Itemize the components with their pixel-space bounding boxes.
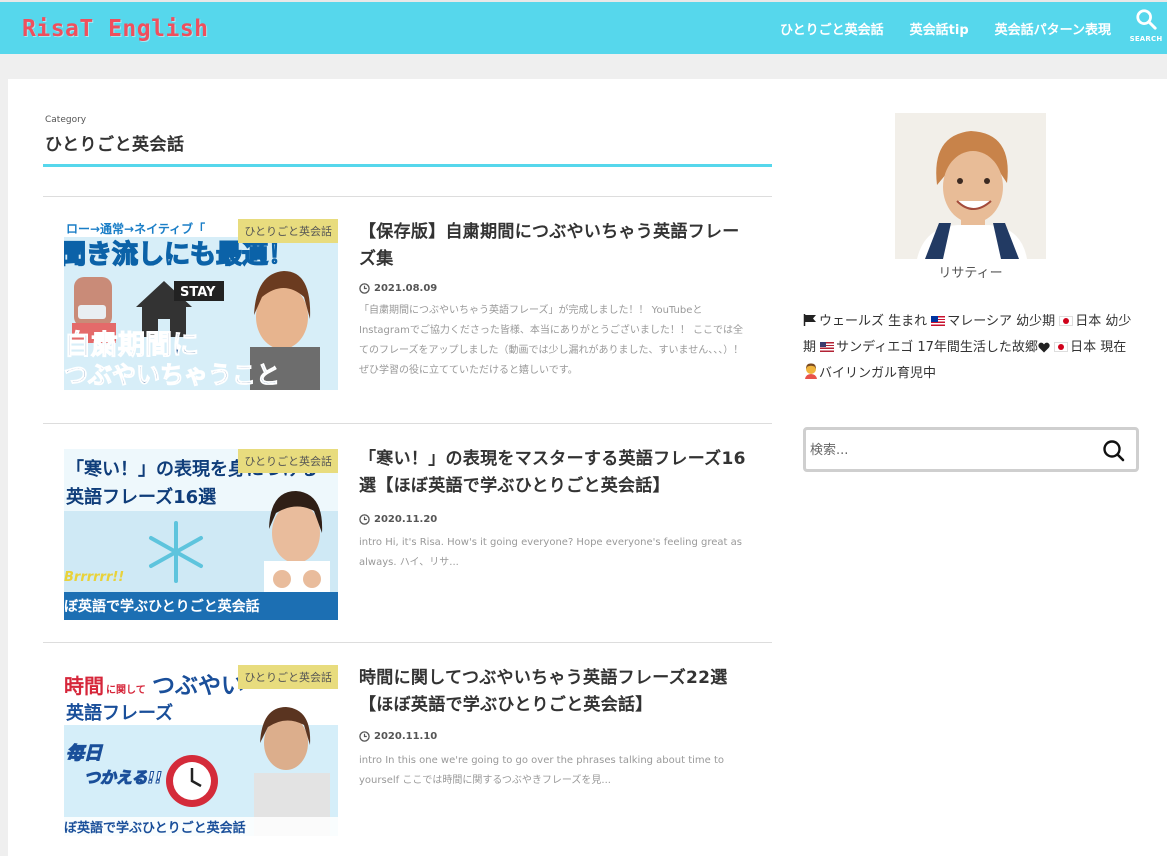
site-header: RisaT English ひとりごと英会話 英会話tip 英会話パターン表現 … xyxy=(0,0,1167,54)
us-flag-icon xyxy=(820,342,835,352)
nav-item-tips[interactable]: 英会話tip xyxy=(910,19,969,38)
thumbnail-image: 時間 に関して つぶやい 英語フレーズ 毎日 つかえる!! ぼ英語で学ぶひとりご… xyxy=(64,665,338,836)
main-nav: ひとりごと英会話 英会話tip 英会話パターン表現 xyxy=(780,19,1111,38)
thumb-text: つぶやい xyxy=(152,673,244,699)
bio-bilingual: バイリンガル育児中 xyxy=(819,366,937,381)
thumb-text: 時間 xyxy=(64,674,104,698)
article-thumbnail[interactable]: 時間 に関して つぶやい 英語フレーズ 毎日 つかえる!! ぼ英語で学ぶひとりご… xyxy=(64,665,338,836)
heart-icon xyxy=(1038,342,1050,353)
search-icon[interactable] xyxy=(1102,439,1126,463)
thumb-text: ぼ英語で学ぶひとりごと英会話 xyxy=(64,820,246,836)
article-title[interactable]: 【保存版】自粛期間につぶやいちゃう英語フレーズ集 xyxy=(359,219,749,273)
article-list: ロー→通常→ネイティブ「 聞き流しにも最適！ STAY 自粛期間に つぶやいちゃ… xyxy=(43,196,772,856)
category-sub: Category xyxy=(45,115,87,125)
japan-flag-icon xyxy=(1054,342,1069,352)
clock-icon xyxy=(359,514,370,525)
bio-wales: ウェールズ 生まれ xyxy=(819,314,928,329)
article-date: 2020.11.10 xyxy=(359,731,437,742)
article-card[interactable]: ロー→通常→ネイティブ「 聞き流しにも最適！ STAY 自粛期間に つぶやいちゃ… xyxy=(43,196,772,423)
profile-avatar xyxy=(895,113,1046,259)
article-excerpt: intro In this one we're going to go over… xyxy=(359,755,725,786)
category-header: Category ひとりごと英会話 xyxy=(43,114,772,167)
black-flag-icon xyxy=(803,314,816,326)
profile-bio: ウェールズ 生まれ マレーシア 幼少期 日本 幼少期 サンディエゴ 17年間生活… xyxy=(803,309,1143,387)
site-logo[interactable]: RisaT English xyxy=(22,16,209,42)
sidebar-search xyxy=(803,427,1139,472)
article-date: 2021.08.09 xyxy=(359,283,437,294)
thumbnail-image: ロー→通常→ネイティブ「 聞き流しにも最適！ STAY 自粛期間に つぶやいちゃ… xyxy=(64,219,338,390)
bio-malaysia: マレーシア 幼少期 xyxy=(947,314,1056,329)
thumb-text: に関して xyxy=(106,684,146,696)
article-date-text: 2020.11.10 xyxy=(374,731,438,742)
category-badge[interactable]: ひとりごと英会話 xyxy=(238,665,338,689)
article-thumbnail[interactable]: ロー→通常→ネイティブ「 聞き流しにも最適！ STAY 自粛期間に つぶやいちゃ… xyxy=(64,219,338,390)
article-card[interactable]: 「寒い！」の表現を身につける 英語フレーズ16選 Brrrrrr!! ぼ英語で学… xyxy=(43,423,772,642)
page-title: ひとりごと英会話 xyxy=(45,135,185,155)
article-thumbnail[interactable]: 「寒い！」の表現を身につける 英語フレーズ16選 Brrrrrr!! ぼ英語で学… xyxy=(64,449,338,620)
search-input[interactable] xyxy=(810,439,1080,461)
thumb-text: 毎日 xyxy=(66,743,103,764)
category-badge[interactable]: ひとりごと英会話 xyxy=(238,219,338,243)
bio-japan-now: 日本 現在 xyxy=(1070,340,1127,355)
thumb-text: つぶやいちゃうこと xyxy=(64,361,280,389)
header-search-button[interactable]: SEARCH xyxy=(1128,8,1164,50)
search-icon xyxy=(1136,9,1157,30)
nav-item-patterns[interactable]: 英会話パターン表現 xyxy=(995,19,1111,38)
japan-flag-icon xyxy=(1059,316,1074,326)
article-card[interactable]: 時間 に関して つぶやい 英語フレーズ 毎日 つかえる!! ぼ英語で学ぶひとりご… xyxy=(43,642,772,856)
person-icon xyxy=(805,363,817,379)
thumb-text: STAY xyxy=(180,285,216,300)
malaysia-flag-icon xyxy=(931,316,946,326)
profile-name: リサティー xyxy=(938,266,1003,281)
thumb-text: 英語フレーズ xyxy=(65,702,173,724)
thumb-text: 自粛期間に xyxy=(64,329,199,361)
thumb-text: ぼ英語で学ぶひとりごと英会話 xyxy=(64,598,260,615)
article-date-text: 2020.11.20 xyxy=(374,514,438,525)
thumb-text: ロー→通常→ネイティブ「 xyxy=(66,221,205,236)
thumb-text: 英語フレーズ16選 xyxy=(65,486,216,508)
thumb-text: つかえる!! xyxy=(84,768,162,787)
bio-us: サンディエゴ 17年間生活した故郷 xyxy=(836,340,1038,355)
category-badge[interactable]: ひとりごと英会話 xyxy=(238,449,338,473)
main-content: Category ひとりごと英会話 ロー→通常→ネイティブ「 聞き流しにも最適！ xyxy=(8,79,1167,856)
thumb-text: 聞き流しにも最適！ xyxy=(64,239,294,270)
clock-icon xyxy=(359,283,370,294)
thumbnail-image: 「寒い！」の表現を身につける 英語フレーズ16選 Brrrrrr!! ぼ英語で学… xyxy=(64,449,338,620)
search-label: SEARCH xyxy=(1129,35,1163,43)
article-title[interactable]: 時間に関してつぶやいちゃう英語フレーズ22選【ほぼ英語で学ぶひとりごと英会話】 xyxy=(359,665,749,719)
profile-photo xyxy=(895,113,1046,259)
article-date: 2020.11.20 xyxy=(359,514,437,525)
clock-icon xyxy=(359,731,370,742)
article-date-text: 2021.08.09 xyxy=(374,283,438,294)
article-excerpt: intro Hi, it's Risa. How's it going ever… xyxy=(359,537,742,568)
article-title[interactable]: 「寒い！」の表現をマスターする英語フレーズ16選【ほぼ英語で学ぶひとりごと英会話… xyxy=(359,446,749,500)
nav-item-hitorigoto[interactable]: ひとりごと英会話 xyxy=(780,19,884,38)
thumb-text: Brrrrrr!! xyxy=(64,570,124,585)
article-excerpt: 「自粛期間につぶやいちゃう英語フレーズ」が完成しました！！ YouTubeとIn… xyxy=(359,305,744,376)
